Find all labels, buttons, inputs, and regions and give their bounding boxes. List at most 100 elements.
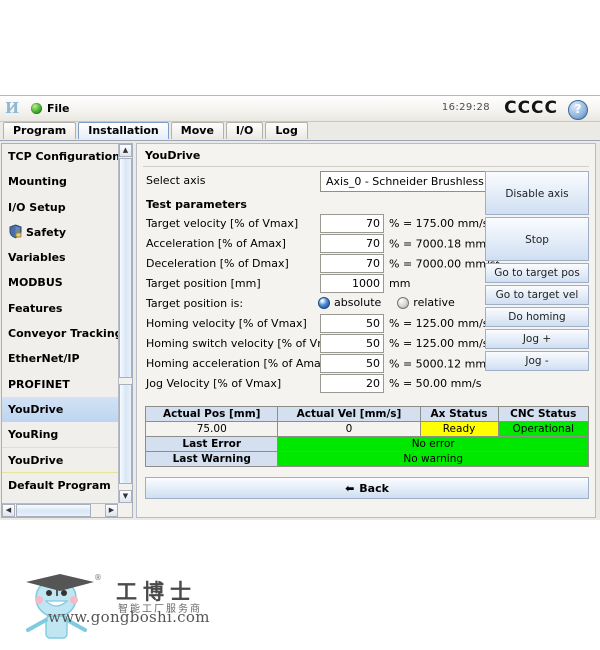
scroll-up-arrow-icon[interactable]: ▲ [119,144,132,157]
tab-move[interactable]: Move [170,122,224,139]
brand-label: CCCC [504,98,558,118]
button-go-to-target-vel[interactable]: Go to target vel [485,285,589,305]
radio-relative[interactable] [397,296,410,309]
sidebar-vscroll-thumb-lower[interactable] [119,384,132,484]
clock-display: 16:29:28 [441,102,490,113]
test-parameters-label: Test parameters [146,198,247,211]
button-stop[interactable]: Stop [485,217,589,261]
sidebar-item-safety[interactable]: Safety [2,220,118,245]
sidebar-item-features[interactable]: Features [2,296,118,321]
table-header-cell: Actual Pos [mm] [144,406,279,422]
sidebar-item-label: Features [8,301,63,315]
sidebar-item-ethernet-ip[interactable]: EtherNet/IP [2,346,118,371]
parameter-unit-text: % = 125.00 mm/s [389,317,489,330]
status-orb-icon [31,103,42,114]
sidebar-item-label: TCP Configuration [8,150,118,163]
file-menu-button[interactable]: File [27,99,74,118]
parameter-unit: % = 125.00 mm/s [389,317,489,330]
title-divider [143,166,589,167]
radio-absolute[interactable] [318,296,330,309]
parameter-label: Homing velocity [% of Vmax] [146,317,307,330]
back-button[interactable]: ⬅ Back [145,477,589,499]
parameter-input[interactable]: 70 [320,234,384,253]
tab-installation[interactable]: Installation [78,122,169,139]
parameter-row: Jog Velocity [% of Vmax] 20 % = 50.00 mm/s [143,374,589,394]
sidebar-item-conveyor-tracking[interactable]: Conveyor Tracking [2,321,118,346]
radio-label-absolute[interactable]: absolute [334,296,381,309]
sidebar-item-label: YouRing [8,428,59,442]
help-button[interactable]: ? [568,100,588,120]
sidebar-item-label: PROFINET [8,377,70,391]
sidebar-item-label: Variables [8,251,66,265]
parameter-input[interactable]: 50 [320,334,384,353]
parameter-label: Acceleration [% of Amax] [146,237,286,250]
sidebar-item-profinet[interactable]: PROFINET [2,372,118,397]
parameter-unit: % = 50.00 mm/s [389,377,482,390]
tab-program[interactable]: Program [3,122,77,139]
parameter-unit-text: % = 175.00 mm/s [389,217,489,230]
sidebar-item-label: YouDrive [8,402,64,416]
parameter-label: Deceleration [% of Dmax] [146,257,289,270]
radio-label-relative[interactable]: relative [413,296,455,309]
parameter-input[interactable]: 20 [320,374,384,393]
back-button-label: Back [359,481,389,495]
parameter-input[interactable]: 70 [320,214,384,233]
scrollbar-corner [118,503,132,517]
table-value-cell: No warning [277,451,589,467]
table-header-cell: Last Warning [144,451,279,467]
parameter-unit: % = 5000.12 mm/s2 [389,357,500,371]
button-jog-[interactable]: Jog - [485,351,589,371]
parameter-unit-text: % = 7000.18 mm/s [389,237,496,251]
parameter-unit-text: % = 125.00 mm/s [389,337,489,350]
select-axis-value: Axis_0 - Schneider Brushless [326,175,484,188]
target-position-radio-group[interactable]: absolute relative [318,296,467,309]
sidebar-item-default-program[interactable]: Default Program [2,473,118,498]
sidebar-item-label: Conveyor Tracking [8,327,118,341]
sidebar-vertical-scrollbar[interactable]: ▲ ▼ [118,144,132,503]
table-row: Last Error No error [144,436,589,452]
parameter-unit: % = 125.00 mm/s [389,337,489,350]
sidebar-item-label: Safety [26,225,67,239]
sidebar-item-label: Default Program [8,478,111,492]
table-value-cell: No error [277,436,589,452]
sidebar-hscroll-thumb[interactable] [16,504,91,517]
parameter-unit-text: % = 7000.00 mm/s [389,257,496,271]
table-value-cell: 0 [277,421,421,437]
table-value-cell: Operational [497,421,590,437]
sidebar-vscroll-thumb[interactable] [119,158,132,378]
installation-sidebar: TCP Configuration Mounting I/O Setup Safety… [1,143,133,518]
table-header-cell: Actual Vel [mm/s] [277,406,421,422]
watermark-url: www.gongboshi.com [48,608,210,626]
parameter-input[interactable]: 70 [320,254,384,273]
tab-log[interactable]: Log [265,122,308,139]
parameter-label: Jog Velocity [% of Vmax] [146,377,282,390]
scroll-down-arrow-icon[interactable]: ▼ [119,490,132,503]
table-row: 75.00 0 Ready Operational [144,421,590,437]
status-table: Actual Pos [mm] Actual Vel [mm/s] Ax Statu… [144,406,590,467]
parameter-input[interactable]: 50 [320,314,384,333]
tab-i-o[interactable]: I/O [225,122,264,139]
button-disable-axis[interactable]: Disable axis [485,171,589,215]
parameter-input[interactable]: 50 [320,354,384,373]
button-do-homing[interactable]: Do homing [485,307,589,327]
sidebar-item-modbus[interactable]: MODBUS [2,270,118,295]
svg-text:®: ® [94,573,102,582]
sidebar-horizontal-scrollbar[interactable]: ◀ ▶ [2,503,118,517]
button-jog-[interactable]: Jog + [485,329,589,349]
button-go-to-target-pos[interactable]: Go to target pos [485,263,589,283]
sidebar-item-mounting[interactable]: Mounting [2,169,118,194]
sidebar-item-tcp-configuration[interactable]: TCP Configuration [2,144,118,169]
sidebar-item-youring[interactable]: YouRing [2,422,118,448]
parameter-unit-text: % = 5000.12 mm/s [389,357,496,371]
scroll-left-arrow-icon[interactable]: ◀ [2,504,15,517]
sidebar-item-youdrive[interactable]: YouDrive [2,396,118,423]
select-axis-label: Select axis [146,174,206,187]
sidebar-item-i-o-setup[interactable]: I/O Setup [2,195,118,220]
sidebar-nav-list: TCP Configuration Mounting I/O Setup Safety… [2,144,118,503]
sidebar-item-variables[interactable]: Variables [2,245,118,270]
parameter-input[interactable]: 1000 [320,274,384,293]
sidebar-item-label: Mounting [8,175,67,189]
sidebar-item-youdrive[interactable]: YouDrive [2,448,118,473]
scroll-right-arrow-icon[interactable]: ▶ [105,504,118,517]
sidebar-item-label: EtherNet/IP [8,352,80,366]
